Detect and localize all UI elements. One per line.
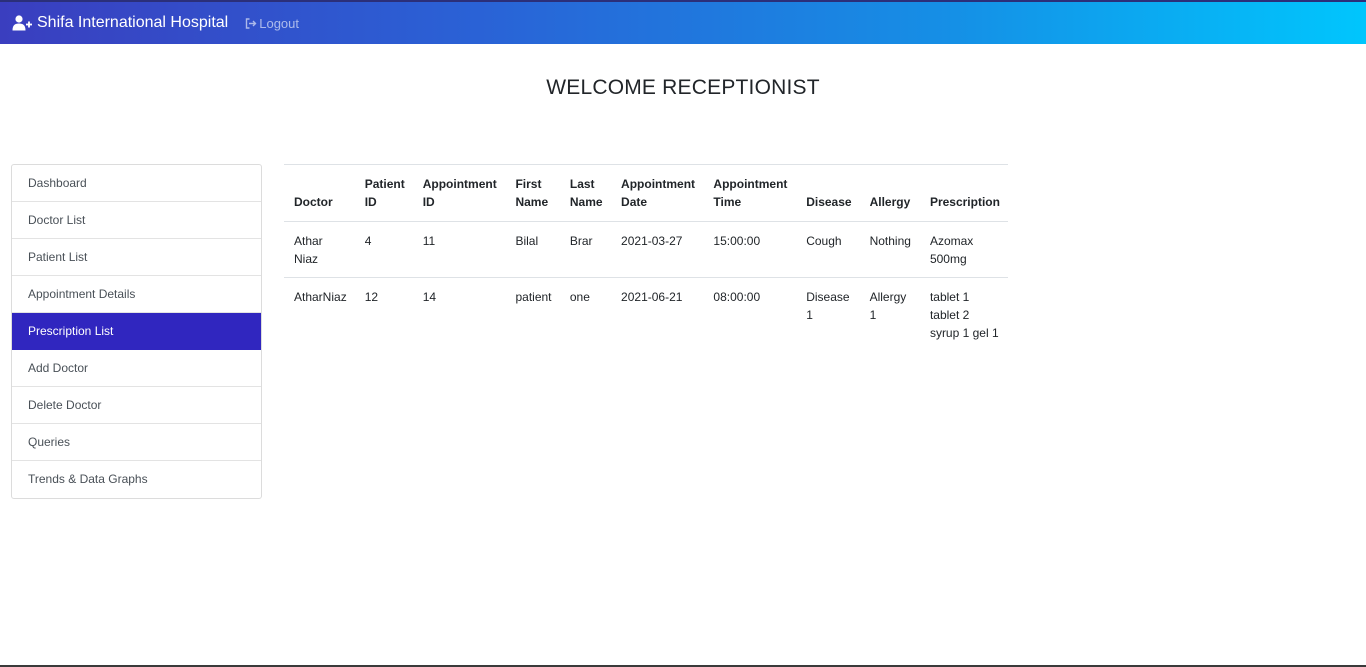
cell-allergy: Allergy 1 (869, 290, 907, 322)
sidebar-item-queries[interactable]: Queries (12, 424, 261, 461)
cell-appointment-time: 08:00:00 (713, 290, 761, 304)
cell-first-name: Bilal (505, 221, 560, 278)
cell-prescription: Azomax 500mg (919, 221, 1008, 278)
column-header-appointment-date: Appointment Date (611, 164, 704, 222)
sidebar-menu: Dashboard Doctor List Patient List Appoi… (11, 164, 262, 499)
column-header-prescription: Prescription (919, 164, 1008, 222)
cell-allergy: Nothing (859, 221, 920, 278)
cell-last-name: one (569, 290, 590, 304)
sidebar-item-doctor-list[interactable]: Doctor List (12, 202, 261, 239)
prescription-table-container: Doctor Patient ID Appointment ID First N… (284, 164, 1008, 351)
cell-prescription: tablet 1 tablet 2 syrup 1 gel 1 (929, 290, 999, 340)
column-header-last-name: Last Name (559, 164, 612, 222)
column-header-doctor: Doctor (284, 164, 355, 222)
sidebar-item-appointment-details[interactable]: Appointment Details (12, 276, 261, 313)
cell-appointment-time: 15:00:00 (703, 221, 797, 278)
table-row: Athar Niaz 4 11 Bilal Brar 2021-03-27 15… (284, 221, 1008, 278)
sidebar-item-prescription-list[interactable]: Prescription List (12, 313, 261, 350)
logout-link[interactable]: Logout (245, 16, 299, 31)
column-header-allergy: Allergy (859, 164, 920, 222)
logout-label: Logout (259, 15, 299, 31)
cell-doctor: Athar Niaz (284, 221, 355, 278)
cell-doctor: AtharNiaz (294, 290, 347, 304)
brand-link[interactable]: Shifa International Hospital (12, 14, 228, 32)
sidebar-item-patient-list[interactable]: Patient List (12, 239, 261, 276)
column-header-patient-id: Patient ID (354, 164, 413, 222)
cell-patient-id: 4 (354, 221, 413, 278)
cell-patient-id: 12 (364, 290, 379, 304)
cell-disease: Cough (796, 221, 860, 278)
cell-appointment-date: 2021-03-27 (611, 221, 704, 278)
column-header-first-name: First Name (505, 164, 560, 222)
sidebar-item-trends-data-graphs[interactable]: Trends & Data Graphs (12, 461, 261, 498)
column-header-appointment-time: Appointment Time (703, 164, 797, 222)
column-header-appointment-id: Appointment ID (412, 164, 506, 222)
cell-appointment-id: 11 (412, 221, 506, 278)
user-plus-icon (12, 15, 32, 31)
page-title: WELCOME RECEPTIONIST (546, 76, 820, 99)
top-navbar: Shifa International Hospital Logout (0, 0, 1366, 44)
sidebar-item-dashboard[interactable]: Dashboard (12, 165, 261, 202)
sidebar-item-add-doctor[interactable]: Add Doctor (12, 350, 261, 387)
table-row: AtharNiaz 12 14 patient one 2021-06-21 0… (284, 278, 1008, 352)
cell-disease: Disease 1 (806, 290, 850, 322)
cell-last-name: Brar (559, 221, 612, 278)
sidebar-item-delete-doctor[interactable]: Delete Doctor (12, 387, 261, 424)
sign-out-icon (246, 17, 257, 29)
column-header-disease: Disease (796, 164, 860, 222)
table-header-row: Doctor Patient ID Appointment ID First N… (284, 164, 1008, 222)
brand-name: Shifa International Hospital (37, 14, 229, 31)
cell-first-name: patient (515, 290, 552, 304)
cell-appointment-date: 2021-06-21 (621, 290, 683, 304)
cell-appointment-id: 14 (422, 290, 437, 304)
prescription-table: Doctor Patient ID Appointment ID First N… (284, 164, 1008, 351)
